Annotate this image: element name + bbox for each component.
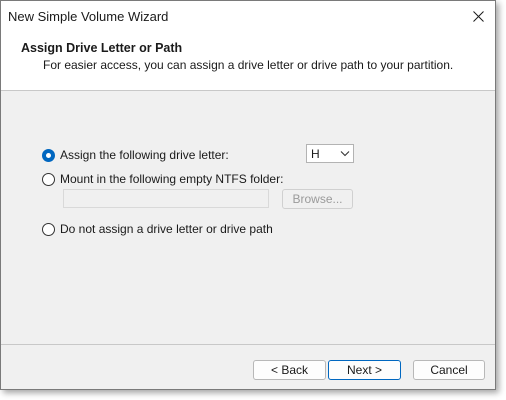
mount-folder-radio[interactable]	[42, 172, 55, 186]
no-assign-option[interactable]: Do not assign a drive letter or drive pa…	[42, 222, 273, 236]
assign-letter-label[interactable]: Assign the following drive letter:	[60, 148, 229, 162]
chevron-down-icon	[340, 151, 350, 157]
wizard-window: New Simple Volume Wizard Assign Drive Le…	[0, 0, 496, 390]
assign-letter-option[interactable]: Assign the following drive letter:	[42, 148, 229, 162]
assign-letter-radio[interactable]	[42, 148, 55, 162]
mount-folder-option[interactable]: Mount in the following empty NTFS folder…	[42, 172, 283, 186]
title-bar[interactable]: New Simple Volume Wizard	[1, 1, 495, 32]
window-title: New Simple Volume Wizard	[8, 9, 169, 24]
next-button[interactable]: Next >	[328, 360, 401, 380]
close-button[interactable]	[461, 1, 495, 31]
page-subtitle: For easier access, you can assign a driv…	[43, 58, 454, 72]
footer-divider	[1, 344, 495, 345]
drive-letter-dropdown[interactable]: H	[306, 144, 354, 163]
folder-path-input[interactable]	[63, 189, 269, 208]
back-button[interactable]: < Back	[253, 360, 326, 380]
browse-button[interactable]: Browse...	[282, 189, 353, 209]
no-assign-label[interactable]: Do not assign a drive letter or drive pa…	[60, 222, 273, 236]
mount-folder-label[interactable]: Mount in the following empty NTFS folder…	[60, 172, 283, 186]
drive-letter-value: H	[311, 147, 320, 161]
no-assign-radio[interactable]	[42, 222, 55, 236]
close-icon	[472, 10, 484, 22]
wizard-header: Assign Drive Letter or Path For easier a…	[1, 32, 495, 91]
page-title: Assign Drive Letter or Path	[21, 41, 183, 55]
cancel-button[interactable]: Cancel	[413, 360, 485, 380]
